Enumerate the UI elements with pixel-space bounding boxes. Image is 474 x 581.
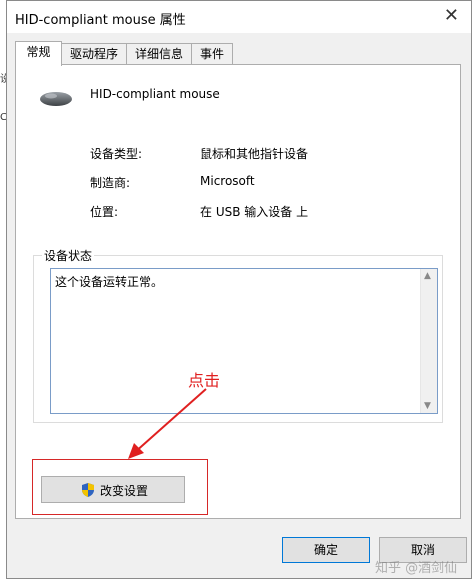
- general-panel: HID-compliant mouse 设备类型: 鼠标和其他指针设备 制造商:…: [15, 64, 461, 519]
- watermark: 知乎 @酒剑仙: [375, 561, 458, 576]
- tab-general[interactable]: 常规: [15, 41, 62, 66]
- change-settings-button[interactable]: 改变设置: [41, 476, 185, 503]
- change-settings-label: 改变设置: [100, 484, 149, 498]
- title-bar: HID-compliant mouse 属性 ✕: [7, 1, 471, 33]
- shield-icon: [82, 483, 94, 497]
- window-title: HID-compliant mouse 属性: [15, 13, 186, 28]
- annotation-arrow-icon: [128, 388, 207, 459]
- close-icon[interactable]: ✕: [444, 6, 459, 26]
- properties-dialog: HID-compliant mouse 属性 ✕ 常规 驱动程序 详细信息 事件…: [6, 0, 472, 579]
- ok-button[interactable]: 确定: [282, 537, 370, 563]
- tab-driver[interactable]: 驱动程序: [61, 43, 127, 64]
- tab-events[interactable]: 事件: [191, 43, 233, 64]
- tab-details[interactable]: 详细信息: [126, 43, 192, 64]
